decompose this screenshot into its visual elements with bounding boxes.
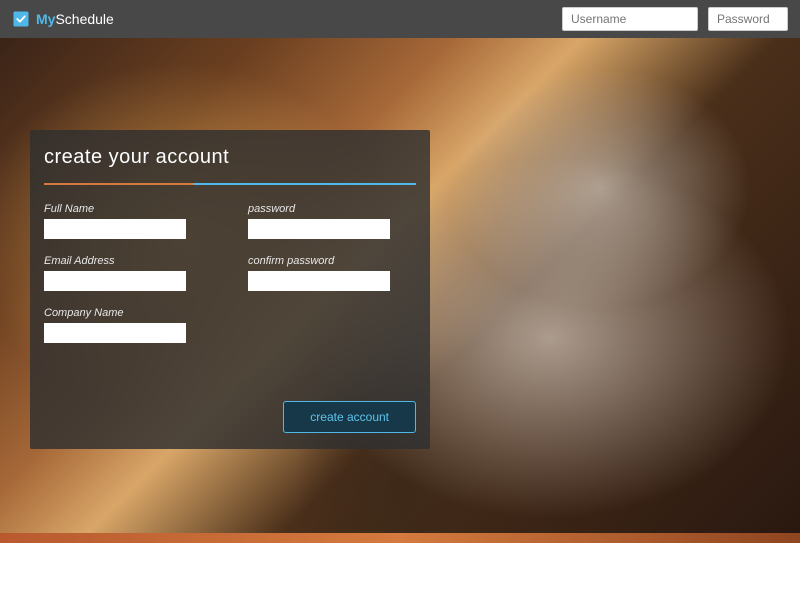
company-label: Company Name	[44, 307, 212, 319]
newpassword-label: password	[248, 203, 416, 215]
confirmpassword-input[interactable]	[248, 271, 390, 291]
create-account-button[interactable]: create account	[283, 401, 416, 433]
email-label: Email Address	[44, 255, 212, 267]
password-input[interactable]	[708, 7, 788, 31]
email-input[interactable]	[44, 271, 186, 291]
confirmpassword-label: confirm password	[248, 255, 416, 267]
newpassword-input[interactable]	[248, 219, 390, 239]
brand-logo[interactable]: MySchedule	[12, 10, 114, 28]
title-divider	[44, 183, 416, 185]
brand-text: MySchedule	[36, 11, 114, 27]
card-title: create your account	[44, 146, 416, 169]
signup-card: create your account Full Name Email Addr…	[30, 130, 430, 449]
fullname-input[interactable]	[44, 219, 186, 239]
below-fold	[0, 543, 800, 600]
fullname-label: Full Name	[44, 203, 212, 215]
accent-stripe	[0, 533, 800, 543]
signup-form: Full Name Email Address Company Name pas…	[44, 203, 416, 359]
username-input[interactable]	[562, 7, 698, 31]
topbar: MySchedule	[0, 0, 800, 38]
login-inline-form	[562, 7, 788, 31]
company-input[interactable]	[44, 323, 186, 343]
check-icon	[12, 10, 30, 28]
